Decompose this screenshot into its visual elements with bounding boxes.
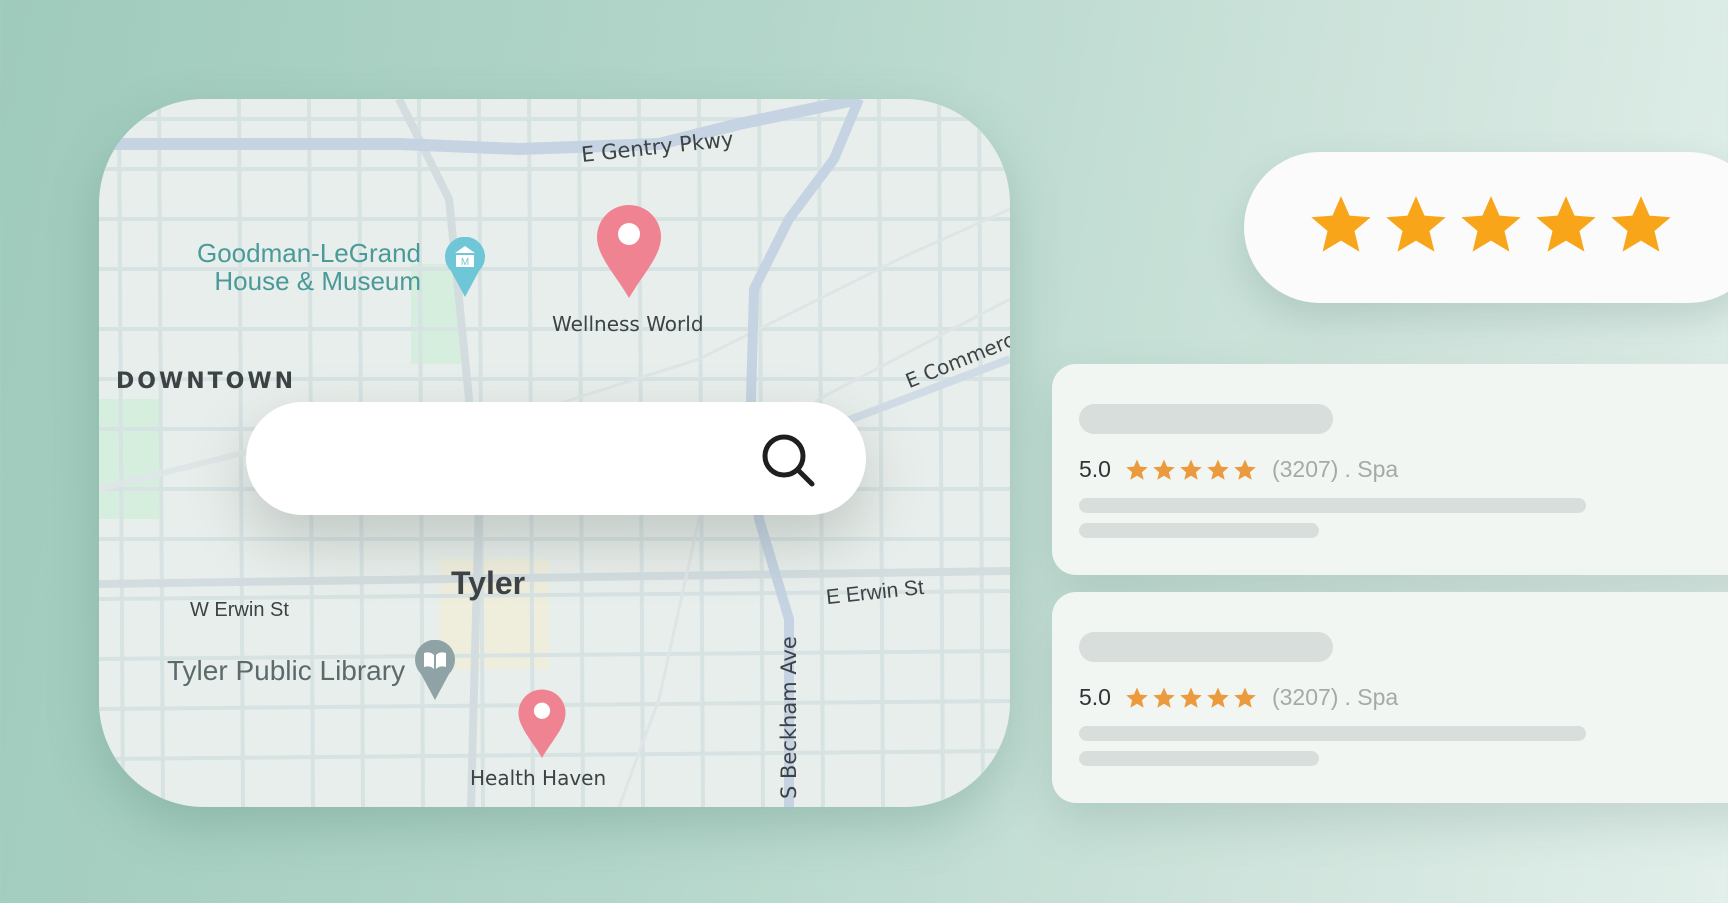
review-card[interactable]: 5.0 (3207) . Spa [1052, 364, 1728, 575]
pin-label-wellness: Wellness World [552, 312, 704, 336]
text-placeholder [1079, 751, 1319, 766]
rating-value: 5.0 [1079, 684, 1111, 710]
star-icon [1207, 687, 1229, 708]
star-icon [1126, 687, 1148, 708]
map-pin-icon[interactable] [595, 204, 663, 300]
star-rating [1125, 458, 1260, 482]
rating-row: 5.0 (3207) . Spa [1079, 684, 1398, 711]
map-pin-icon[interactable] [517, 688, 567, 760]
category-label: . Spa [1344, 684, 1399, 710]
city-label-tyler: Tyler [451, 565, 526, 601]
rating-value: 5.0 [1079, 456, 1111, 482]
star-icon [1311, 196, 1371, 252]
star-icon [1180, 459, 1202, 480]
star-icon [1461, 196, 1521, 252]
star-icon [1536, 196, 1596, 252]
pin-label-health: Health Haven [470, 766, 607, 790]
title-placeholder [1079, 632, 1333, 662]
street-label-w-erwin: W Erwin St [190, 599, 289, 621]
star-icon [1234, 459, 1256, 480]
review-card[interactable]: 5.0 (3207) . Spa [1052, 592, 1728, 803]
review-count: (3207) [1271, 684, 1339, 710]
star-icon [1180, 687, 1202, 708]
review-count: (3207) [1271, 456, 1339, 482]
street-label-beckham: S Beckham Ave [777, 636, 801, 799]
star-rating [1125, 686, 1260, 710]
search-bar[interactable] [246, 402, 866, 515]
poi-label-museum: Goodman-LeGrand House & Museum [197, 239, 421, 295]
poi-label-library: Tyler Public Library [167, 655, 406, 686]
star-icon [1611, 196, 1671, 252]
svg-text:M: M [461, 257, 469, 268]
star-icon [1126, 459, 1148, 480]
text-placeholder [1079, 498, 1586, 513]
star-icon [1153, 459, 1175, 480]
text-placeholder [1079, 726, 1586, 741]
street [157, 99, 165, 807]
museum-name-line2: House & Museum [214, 266, 422, 296]
star-icon [1153, 687, 1175, 708]
star-icon [1234, 687, 1256, 708]
star-icon [1386, 196, 1446, 252]
title-placeholder [1079, 404, 1333, 434]
library-book-icon[interactable] [413, 640, 457, 702]
star-icon [1207, 459, 1229, 480]
street [117, 99, 125, 807]
rating-banner [1244, 152, 1728, 303]
museum-icon[interactable]: M [443, 237, 487, 299]
rating-row: 5.0 (3207) . Spa [1079, 456, 1398, 483]
category-label: . Spa [1344, 456, 1399, 482]
museum-name-line1: Goodman-LeGrand [197, 238, 422, 268]
text-placeholder [1079, 523, 1319, 538]
search-icon[interactable] [760, 432, 816, 488]
park-area [99, 399, 159, 519]
area-label-downtown: DOWNTOWN [116, 369, 297, 394]
